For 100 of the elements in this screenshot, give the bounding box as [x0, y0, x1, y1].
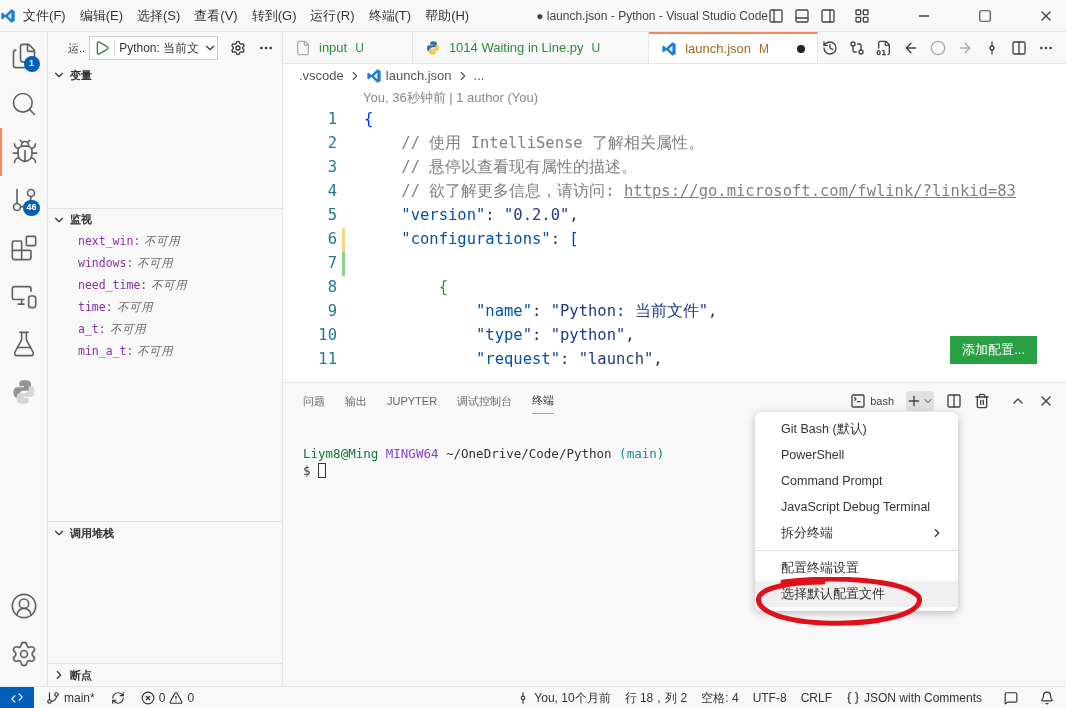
activity-item[interactable]: 1	[0, 32, 48, 80]
branch-status[interactable]: main*	[46, 688, 95, 707]
launch-config-select[interactable]: Python: 当前文	[89, 35, 219, 60]
compare-icon[interactable]	[849, 39, 865, 56]
terminal-icon	[850, 393, 867, 409]
branch-icon	[46, 690, 60, 705]
menu-item[interactable]: 帮助(H)	[418, 5, 477, 26]
watch-item[interactable]: windows: 不可用	[48, 252, 282, 275]
terminal-name[interactable]: bash	[870, 392, 894, 410]
status-item[interactable]: 行 18，列 2	[624, 688, 688, 707]
code-line: // 悬停以查看现有属性的描述。	[400, 157, 638, 179]
section-header[interactable]: 变量	[48, 63, 282, 86]
new-terminal-button[interactable]	[906, 391, 934, 411]
feedback-icon[interactable]	[1004, 690, 1018, 705]
bug-icon[interactable]	[10, 138, 39, 166]
blocks-icon[interactable]	[9, 234, 38, 262]
status-item[interactable]: 空格: 4	[701, 688, 739, 707]
panel-tab[interactable]: 调试控制台	[457, 388, 513, 414]
panel-tab[interactable]: JUPYTER	[387, 388, 438, 414]
code-line: {	[437, 277, 448, 299]
python-icon	[424, 39, 441, 56]
watch-item[interactable]: time: 不可用	[48, 296, 282, 319]
menu-item[interactable]: 转到(G)	[244, 5, 304, 26]
status-item[interactable]: You, 10个月前	[516, 688, 611, 707]
watch-item[interactable]: need_time: 不可用	[48, 274, 282, 297]
line-number: 2	[326, 133, 337, 155]
menu-item[interactable]: PowerShell	[755, 442, 958, 468]
remote-button[interactable]	[0, 687, 34, 708]
window-title: ● launch.json - Python - Visual Studio Code	[536, 7, 768, 25]
vscode-icon	[0, 7, 16, 24]
menu-item[interactable]: 查看(V)	[187, 5, 245, 26]
vscode-icon	[365, 68, 382, 84]
panel-tab[interactable]: 问题	[303, 388, 325, 414]
code-line: "name": "Python: 当前文件",	[474, 301, 718, 323]
bell-icon[interactable]	[1040, 690, 1054, 705]
line-number: 1	[326, 109, 337, 131]
braces-icon	[845, 690, 860, 705]
panel-tab[interactable]: 终端	[532, 388, 555, 414]
problems-status[interactable]: 0 0	[140, 688, 195, 707]
status-item[interactable]: JSON with Comments	[845, 688, 982, 707]
binary-file-icon[interactable]	[876, 39, 892, 56]
code-line: "request": "launch",	[474, 349, 663, 371]
git-status: U	[591, 39, 601, 57]
watch-item[interactable]: next_win: 不可用	[48, 230, 282, 253]
secondary-sidebar-icon[interactable]	[820, 7, 836, 24]
error-icon	[140, 690, 155, 705]
activity-item[interactable]: 46	[0, 176, 48, 224]
settings-icon[interactable]	[230, 39, 247, 56]
history-icon[interactable]	[822, 39, 838, 56]
menu-item[interactable]: 编辑(E)	[72, 5, 130, 26]
trash-icon[interactable]	[974, 393, 990, 409]
line-number: 7	[326, 253, 337, 275]
breadcrumb-item[interactable]: ...	[473, 66, 485, 86]
code-line: // 使用 IntelliSense 了解相关属性。	[400, 133, 704, 155]
panel-tab[interactable]: 输出	[345, 388, 367, 414]
file-icon	[295, 39, 311, 56]
tab-label: input	[319, 38, 348, 57]
menu-item[interactable]: 拆分终端	[755, 520, 958, 546]
split-icon[interactable]	[946, 393, 962, 409]
code-line: // 欲了解更多信息，请访问: https://go.microsoft.com/fwlink/?linkid=83	[400, 181, 1016, 203]
editor-tab[interactable]: launch.json M	[649, 32, 818, 63]
menu-item[interactable]: Command Prompt	[755, 468, 958, 494]
menu-item[interactable]: 配置终端设置	[755, 555, 958, 581]
line-number: 6	[326, 229, 337, 251]
status-item[interactable]: CRLF	[800, 688, 832, 707]
maximize-icon[interactable]	[978, 8, 992, 23]
split-icon[interactable]	[1011, 39, 1027, 56]
watch-item[interactable]: a_t: 不可用	[48, 318, 282, 341]
section-header[interactable]: 调用堆栈	[48, 522, 282, 545]
line-number: 4	[326, 181, 337, 203]
blame-annotation[interactable]: You, 36秒钟前 | 1 author (You)	[283, 88, 1066, 108]
menu-item[interactable]: 运行(R)	[303, 5, 362, 26]
warning-icon	[169, 690, 184, 705]
terminal-line: $	[303, 462, 327, 479]
remote-icon	[10, 690, 24, 705]
section-header[interactable]: 断点	[48, 664, 282, 686]
line-number: 11	[317, 349, 337, 371]
status-item[interactable]: UTF-8	[752, 688, 787, 707]
sync-icon[interactable]	[110, 690, 125, 705]
panel-toggle-icon[interactable]	[794, 7, 810, 24]
play-icon[interactable]	[94, 39, 111, 56]
terminal-cursor	[318, 463, 327, 478]
menu-item[interactable]: Git Bash (默认)	[755, 416, 958, 442]
menu-item[interactable]: JavaScript Debug Terminal	[755, 494, 958, 520]
panel-title: 运..	[68, 40, 86, 56]
editor-tab[interactable]: input U	[283, 32, 413, 63]
menu-item[interactable]: 终端(T)	[361, 5, 419, 26]
watch-item[interactable]: min_a_t: 不可用	[48, 340, 282, 363]
layout-icon[interactable]	[854, 7, 870, 24]
account-icon[interactable]	[9, 592, 38, 620]
section-header[interactable]: 监视	[48, 208, 282, 231]
breadcrumb-item[interactable]: launch.json	[385, 66, 452, 86]
code-line: "version": "0.2.0",	[400, 205, 579, 227]
menu-item[interactable]: 文件(F)	[16, 5, 73, 26]
sidebar-toggle-icon[interactable]	[768, 7, 784, 24]
count-badge: 46	[23, 200, 40, 216]
line-number: 10	[317, 325, 337, 347]
plus-icon[interactable]	[906, 393, 922, 409]
menu-item[interactable]: 选择(S)	[130, 5, 188, 26]
breadcrumb-item[interactable]: .vscode	[299, 66, 344, 86]
